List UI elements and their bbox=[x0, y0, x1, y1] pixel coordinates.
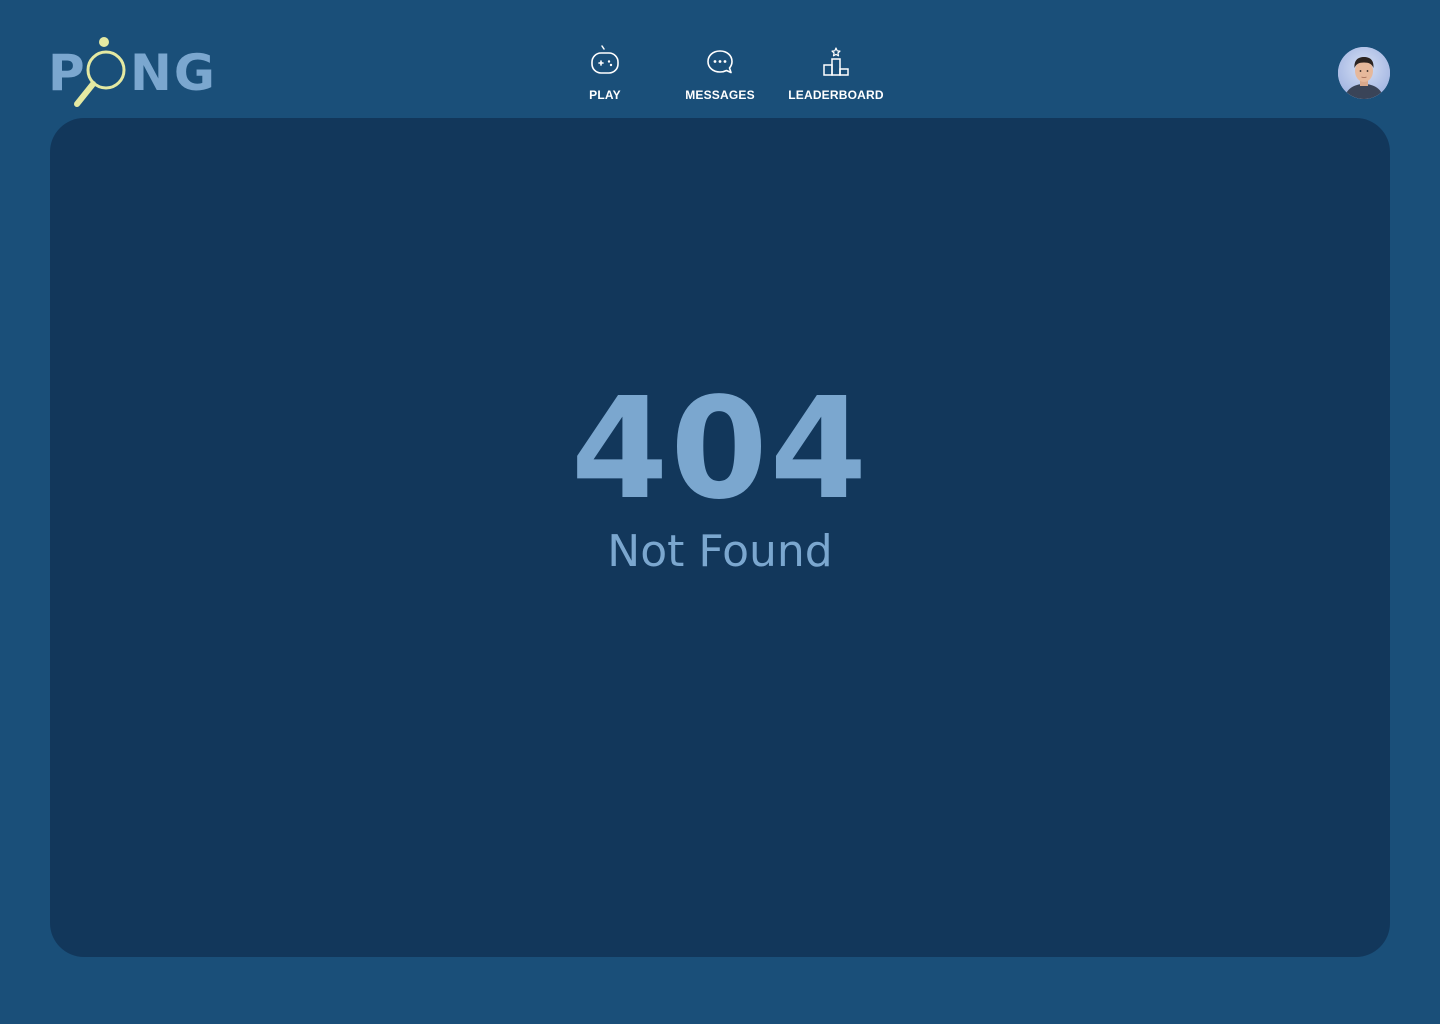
avatar-icon bbox=[1338, 47, 1390, 99]
main-nav: PLAY MESSAGES LEADERBOARD bbox=[560, 44, 900, 110]
nav-item-play[interactable]: PLAY bbox=[578, 44, 632, 110]
pong-logo[interactable]: P NG bbox=[48, 34, 215, 112]
chat-bubble-icon bbox=[707, 50, 733, 74]
user-avatar[interactable] bbox=[1338, 47, 1390, 99]
error-message: Not Found bbox=[607, 526, 833, 577]
nav-label-leaderboard: LEADERBOARD bbox=[788, 88, 884, 102]
nav-label-play: PLAY bbox=[589, 88, 621, 102]
nav-item-messages[interactable]: MESSAGES bbox=[680, 44, 760, 110]
nav-label-messages: MESSAGES bbox=[685, 88, 755, 102]
logo-letters-ng: NG bbox=[130, 44, 217, 102]
error-code: 404 bbox=[570, 368, 870, 531]
nav-item-leaderboard[interactable]: LEADERBOARD bbox=[785, 44, 887, 110]
ping-pong-paddle-icon bbox=[74, 37, 126, 107]
podium-icon bbox=[823, 47, 849, 76]
gamepad-icon bbox=[591, 45, 619, 74]
main-panel: 404 Not Found bbox=[50, 118, 1390, 957]
